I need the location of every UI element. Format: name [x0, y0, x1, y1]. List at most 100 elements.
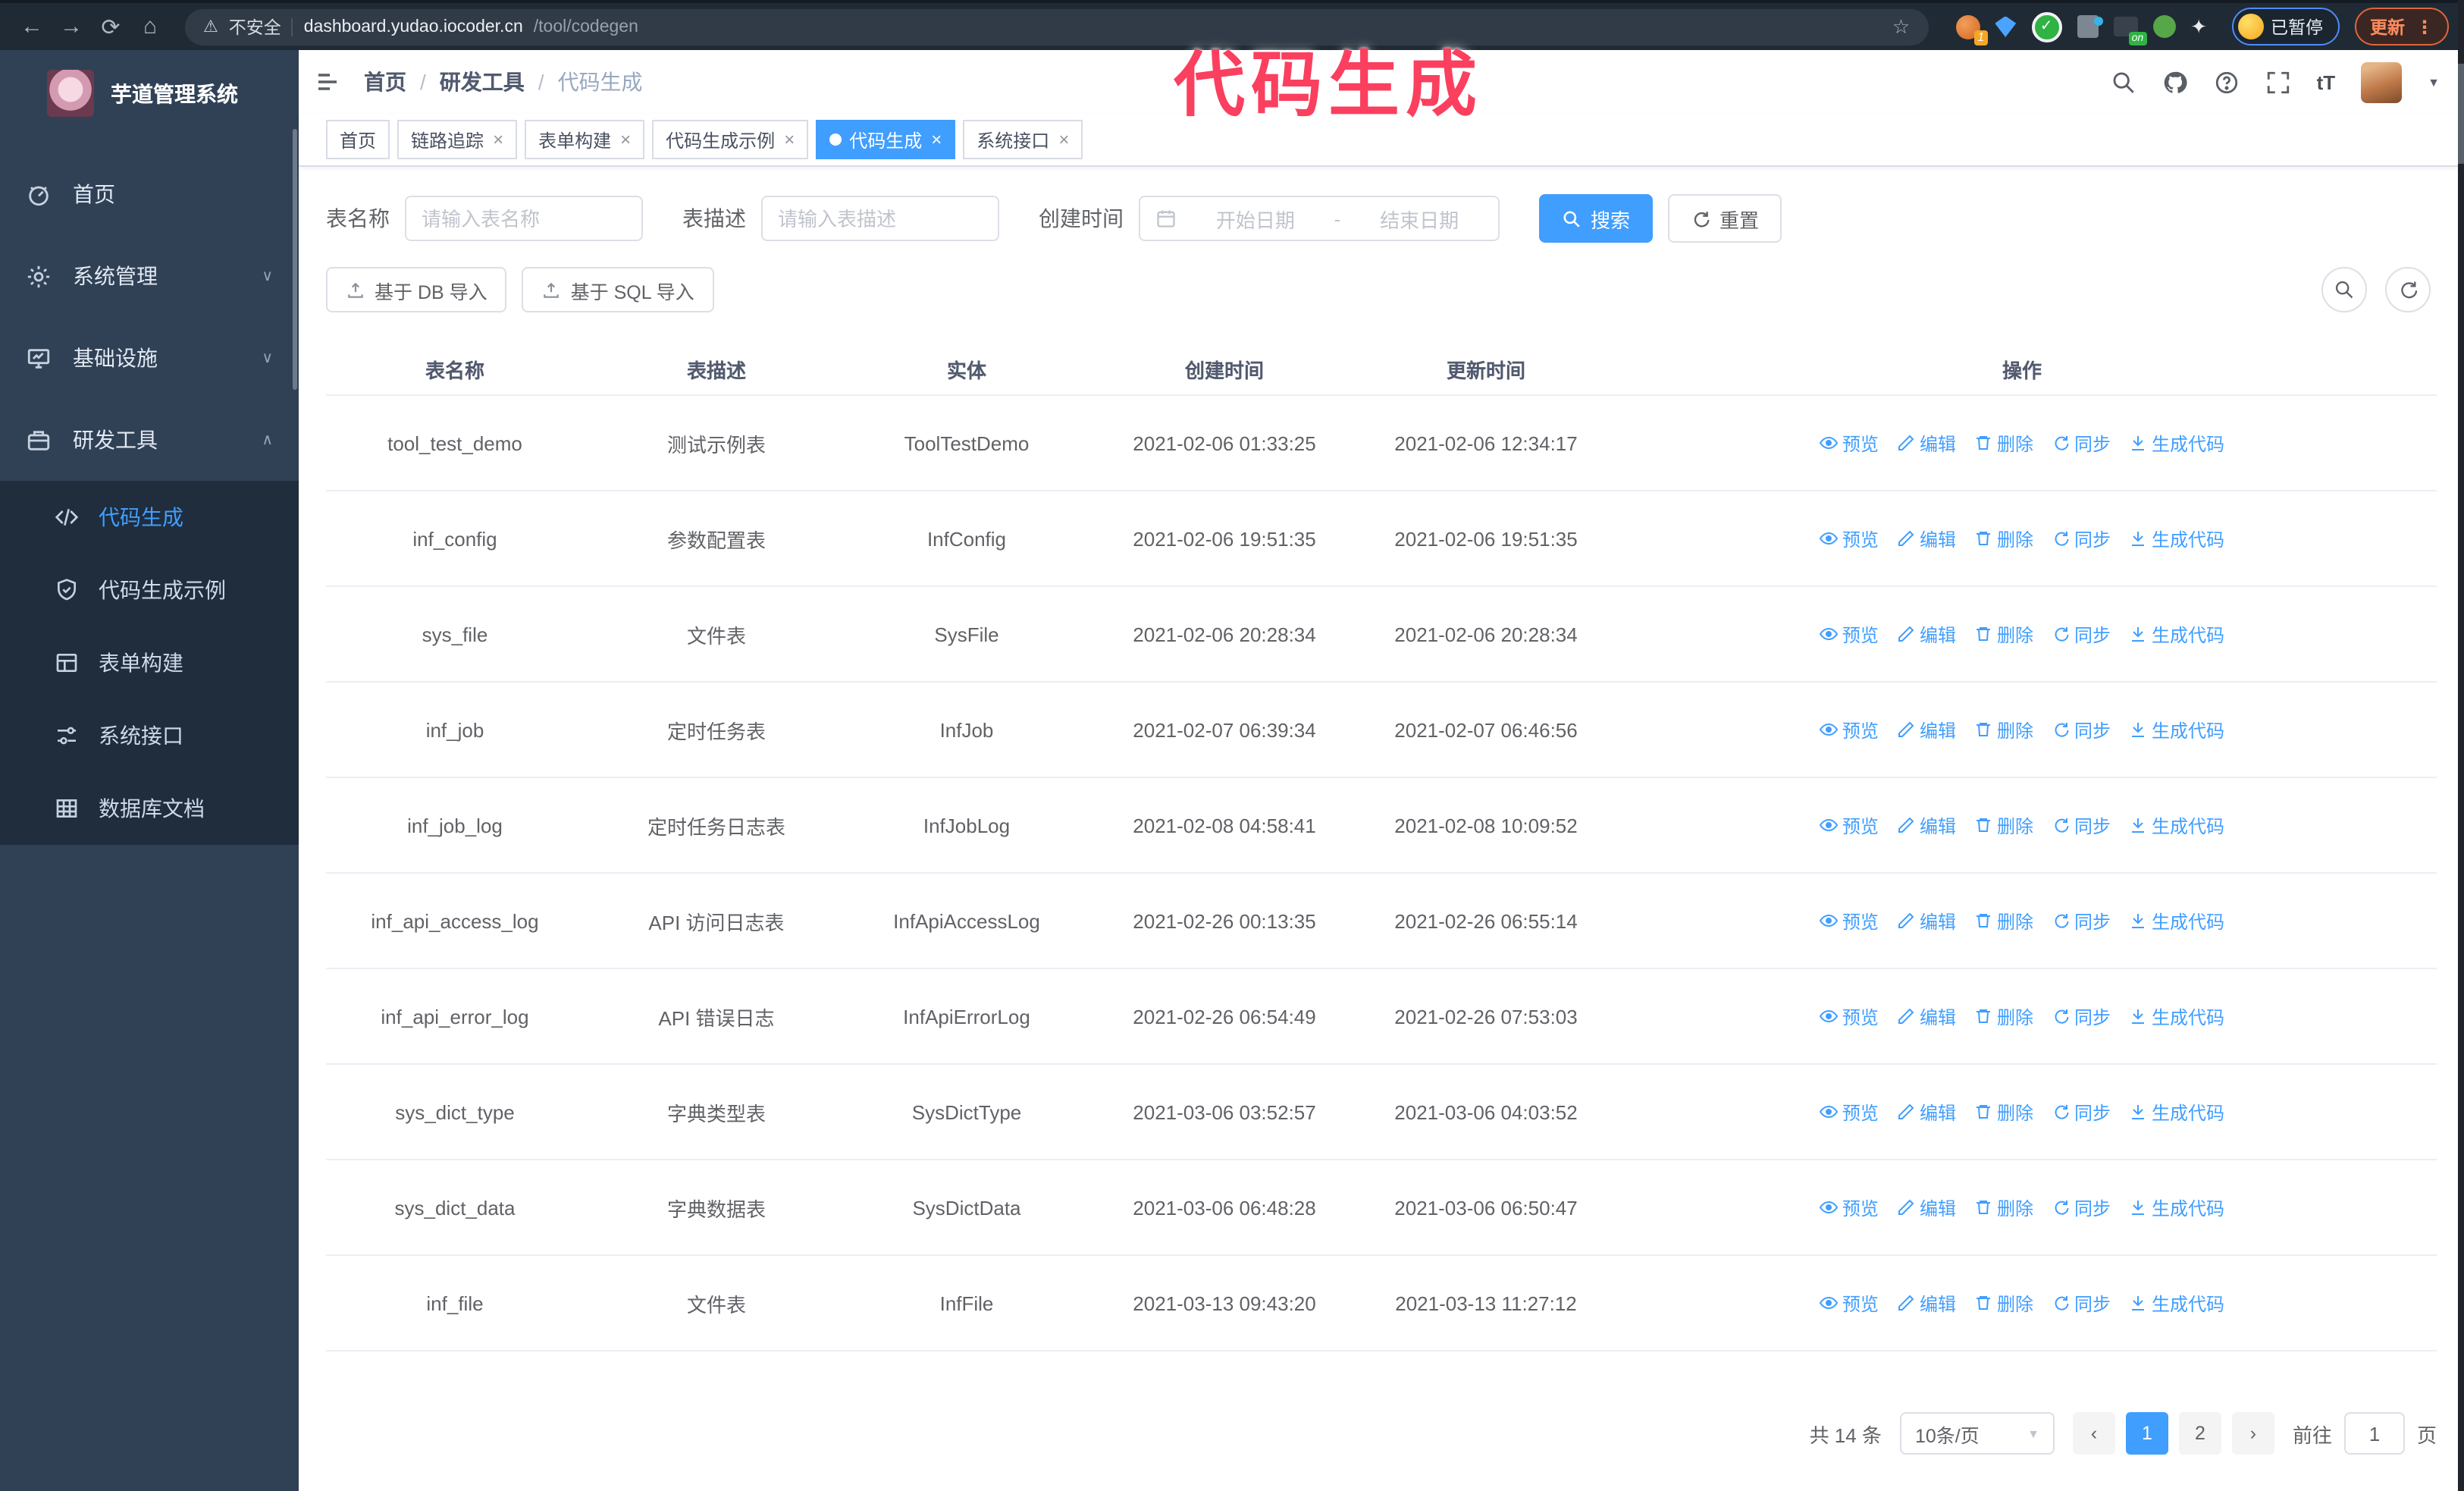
preview-link[interactable]: 预览 — [1819, 717, 1879, 742]
window-scrollbar-thumb[interactable] — [2458, 64, 2464, 164]
tab[interactable]: 链路追踪 × — [397, 120, 518, 159]
generate-code-link[interactable]: 生成代码 — [2129, 1003, 2224, 1029]
preview-link[interactable]: 预览 — [1819, 430, 1879, 456]
import-sql-button[interactable]: 基于 SQL 导入 — [522, 267, 714, 312]
avatar-caret-down-icon[interactable]: ▼ — [2428, 75, 2440, 89]
table-name-input[interactable] — [405, 196, 643, 241]
sync-link[interactable]: 同步 — [2052, 1003, 2111, 1029]
generate-code-link[interactable]: 生成代码 — [2129, 908, 2224, 934]
edit-link[interactable]: 编辑 — [1897, 717, 1956, 742]
delete-link[interactable]: 删除 — [1974, 430, 2033, 456]
tab-close-icon[interactable]: × — [931, 129, 942, 150]
extension-orange-icon[interactable]: 1 — [1955, 14, 1988, 45]
toggle-search-button[interactable] — [2321, 267, 2367, 312]
delete-link[interactable]: 删除 — [1974, 1099, 2033, 1125]
fullscreen-icon[interactable] — [2265, 69, 2291, 95]
tab-close-icon[interactable]: × — [493, 129, 503, 150]
browser-update-button[interactable]: 更新 ⋮ — [2355, 8, 2449, 46]
refresh-table-button[interactable] — [2385, 267, 2431, 312]
tab-close-icon[interactable]: × — [620, 129, 631, 150]
tab[interactable]: 系统接口 × — [963, 120, 1083, 159]
reload-icon[interactable]: ⟳ — [94, 13, 127, 40]
delete-link[interactable]: 删除 — [1974, 1290, 2033, 1316]
delete-link[interactable]: 删除 — [1974, 621, 2033, 647]
sidebar-item-database-docs[interactable]: 数据库文档 — [0, 772, 299, 845]
page-number-button[interactable]: 1 — [2125, 1412, 2168, 1455]
tab-close-icon[interactable]: × — [1058, 129, 1069, 150]
preview-link[interactable]: 预览 — [1819, 908, 1879, 934]
page-number-button[interactable]: 2 — [2178, 1412, 2221, 1455]
sync-link[interactable]: 同步 — [2052, 717, 2111, 742]
goto-page-input[interactable] — [2343, 1412, 2405, 1455]
preview-link[interactable]: 预览 — [1819, 1290, 1879, 1316]
sidebar-item-system-api[interactable]: 系统接口 — [0, 699, 299, 772]
sidebar-scrollbar-thumb[interactable] — [293, 129, 297, 390]
edit-link[interactable]: 编辑 — [1897, 526, 1956, 551]
home-icon[interactable]: ⌂ — [133, 14, 167, 39]
breadcrumb-home[interactable]: 首页 — [364, 67, 406, 97]
generate-code-link[interactable]: 生成代码 — [2129, 717, 2224, 742]
edit-link[interactable]: 编辑 — [1897, 908, 1956, 934]
tab[interactable]: 代码生成 × — [816, 120, 956, 159]
tab[interactable]: 代码生成示例 × — [652, 120, 809, 159]
import-db-button[interactable]: 基于 DB 导入 — [326, 267, 507, 312]
bookmark-star-icon[interactable]: ☆ — [1892, 14, 1910, 39]
sync-link[interactable]: 同步 — [2052, 430, 2111, 456]
sidebar-item-code-generation-example[interactable]: 代码生成示例 — [0, 554, 299, 626]
github-icon[interactable] — [2162, 69, 2188, 95]
browser-menu-kebab-icon[interactable]: ⋮ — [2415, 16, 2434, 37]
page-size-select[interactable]: 10条/页 ▼ — [1899, 1412, 2055, 1455]
sync-link[interactable]: 同步 — [2052, 1194, 2111, 1220]
generate-code-link[interactable]: 生成代码 — [2129, 1194, 2224, 1220]
window-scrollbar-track[interactable] — [2458, 0, 2464, 1491]
prev-page-button[interactable]: ‹ — [2072, 1412, 2115, 1455]
preview-link[interactable]: 预览 — [1819, 621, 1879, 647]
extension-green-icon[interactable] — [2152, 15, 2176, 38]
edit-link[interactable]: 编辑 — [1897, 812, 1956, 838]
sidebar-item-home[interactable]: 首页 — [0, 153, 299, 235]
edit-link[interactable]: 编辑 — [1897, 621, 1956, 647]
reset-button[interactable]: 重置 — [1668, 194, 1782, 243]
delete-link[interactable]: 删除 — [1974, 1194, 2033, 1220]
sync-link[interactable]: 同步 — [2052, 621, 2111, 647]
generate-code-link[interactable]: 生成代码 — [2129, 812, 2224, 838]
font-size-icon[interactable]: tT — [2317, 71, 2336, 93]
search-icon[interactable] — [2111, 69, 2136, 95]
edit-link[interactable]: 编辑 — [1897, 1099, 1956, 1125]
generate-code-link[interactable]: 生成代码 — [2129, 1099, 2224, 1125]
sync-link[interactable]: 同步 — [2052, 812, 2111, 838]
extension-sliders-icon[interactable] — [2077, 15, 2103, 38]
search-button[interactable]: 搜索 — [1539, 194, 1654, 243]
generate-code-link[interactable]: 生成代码 — [2129, 1290, 2224, 1316]
extension-switch-icon[interactable]: on — [2113, 17, 2147, 46]
extension-gem-icon[interactable] — [1995, 16, 2017, 37]
edit-link[interactable]: 编辑 — [1897, 1290, 1956, 1316]
preview-link[interactable]: 预览 — [1819, 1099, 1879, 1125]
preview-link[interactable]: 预览 — [1819, 1194, 1879, 1220]
edit-link[interactable]: 编辑 — [1897, 1194, 1956, 1220]
sidebar-logo-row[interactable]: 芋道管理系统 — [0, 50, 299, 132]
profile-paused-badge[interactable]: 已暂停 — [2231, 8, 2340, 46]
edit-link[interactable]: 编辑 — [1897, 430, 1956, 456]
generate-code-link[interactable]: 生成代码 — [2129, 621, 2224, 647]
delete-link[interactable]: 删除 — [1974, 1003, 2033, 1029]
delete-link[interactable]: 删除 — [1974, 908, 2033, 934]
sidebar-item-infrastructure[interactable]: 基础设施 ∨ — [0, 317, 299, 399]
generate-code-link[interactable]: 生成代码 — [2129, 526, 2224, 551]
address-bar[interactable]: ⚠ 不安全 dashboard.yudao.iocoder.cn/tool/co… — [185, 8, 1929, 45]
tab-close-icon[interactable]: × — [784, 129, 795, 150]
sync-link[interactable]: 同步 — [2052, 1290, 2111, 1316]
preview-link[interactable]: 预览 — [1819, 1003, 1879, 1029]
sync-link[interactable]: 同步 — [2052, 1099, 2111, 1125]
edit-link[interactable]: 编辑 — [1897, 1003, 1956, 1029]
sidebar-item-code-generation[interactable]: 代码生成 — [0, 481, 299, 554]
delete-link[interactable]: 删除 — [1974, 812, 2033, 838]
table-desc-input[interactable] — [761, 196, 999, 241]
extensions-puzzle-icon[interactable]: ✦ — [2190, 15, 2207, 38]
sidebar-item-form-builder[interactable]: 表单构建 — [0, 626, 299, 699]
delete-link[interactable]: 删除 — [1974, 526, 2033, 551]
forward-icon[interactable]: → — [55, 14, 88, 39]
sidebar-item-dev-tools[interactable]: 研发工具 ∧ — [0, 399, 299, 481]
tab[interactable]: 表单构建 × — [525, 120, 645, 159]
delete-link[interactable]: 删除 — [1974, 717, 2033, 742]
